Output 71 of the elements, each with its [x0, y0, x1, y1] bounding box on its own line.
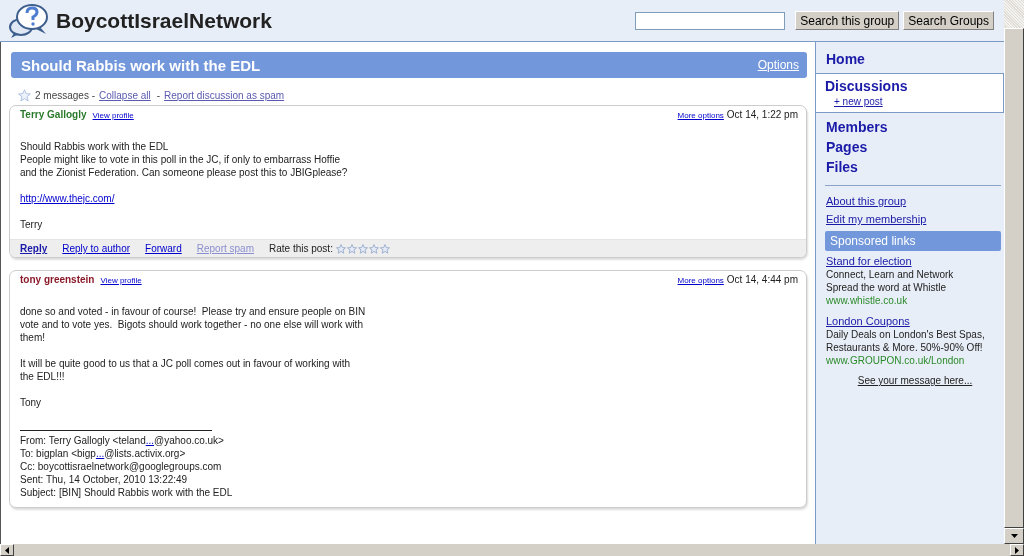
star-icon[interactable]	[346, 243, 357, 254]
search-field[interactable]	[635, 11, 786, 30]
ad-title-link[interactable]: Stand for election	[826, 255, 912, 268]
message-text: Tony	[20, 396, 43, 409]
scroll-right-button[interactable]	[1010, 544, 1024, 556]
thread-link[interactable]: Collapse all	[99, 90, 151, 101]
message-count: 2 messages -	[35, 90, 96, 101]
message-date: Oct 14, 4:44 pm	[726, 274, 798, 285]
message-count: -	[156, 90, 161, 101]
message-text: It will be quite good to us that a JC poll comes out in favour of working with	[20, 357, 352, 370]
ad-url: www.GROUPON.co.uk/London	[826, 354, 966, 367]
message-text: done so and voted - in favour of course! Please try and ensure people on BIN	[20, 305, 367, 318]
ad-text: Restaurants & More. 50%-90% Off!	[826, 341, 984, 354]
ad-text: Daily Deals on London's Best Spas,	[826, 328, 986, 341]
view-profile-link[interactable]: View profile	[92, 111, 134, 120]
ad-url: www.whistle.co.uk	[826, 294, 909, 307]
message-text: them!	[20, 331, 46, 344]
nav-link[interactable]: Discussions	[825, 78, 1003, 94]
scroll-down-button[interactable]	[1004, 528, 1024, 544]
star-icon[interactable]	[357, 243, 368, 254]
down-arrow-icon	[1010, 534, 1018, 538]
search-button[interactable]: Search this group	[795, 11, 900, 30]
star-icon[interactable]	[335, 243, 346, 254]
search-button[interactable]: Search Groups	[903, 11, 994, 30]
action-link[interactable]: Reply	[20, 243, 48, 254]
nav-link[interactable]: Files	[816, 159, 1004, 179]
message-text: and the Zionist Federation. Can someone please post this to JBIGplease?	[20, 166, 349, 179]
ad-more-link[interactable]: See your message here...	[857, 375, 973, 386]
star-icon[interactable]	[379, 243, 390, 254]
group-link[interactable]: Edit my membership	[826, 213, 927, 225]
right-arrow-icon	[1015, 546, 1019, 554]
nav-link[interactable]: Pages	[816, 139, 1004, 159]
message-text: Terry	[20, 218, 44, 231]
nav-link[interactable]: Home	[816, 51, 1004, 71]
email-link[interactable]: ...	[145, 435, 155, 446]
message-text: vote and to vote yes. Bigots should work together - no one else will work with	[20, 318, 364, 331]
author-name: Terry Gallogly	[20, 109, 87, 120]
group-link[interactable]: About this group	[826, 195, 907, 207]
group-name: BoycottIsraelNetwork	[56, 8, 272, 33]
thread-link[interactable]: Report discussion as spam	[164, 90, 285, 101]
message-text: the EDL!!!	[20, 370, 66, 383]
message-text: Sent: Thu, 14 October, 2010 13:22:49	[20, 473, 189, 486]
ad-text: Spread the word at Whistle	[826, 281, 948, 294]
message-text: Cc: boycottisraelnetwork@googlegroups.com	[20, 460, 223, 473]
message-text: Subject: [BIN] Should Rabbis work with the EDL	[20, 486, 234, 499]
thread-title: Should Rabbis work with the EDL	[21, 56, 262, 74]
star-icon[interactable]	[368, 243, 379, 254]
rating-label: Rate this post:	[269, 243, 333, 254]
more-options-link[interactable]: More options	[677, 111, 724, 120]
star-rating[interactable]	[335, 243, 390, 254]
more-options-link[interactable]: More options	[677, 276, 724, 285]
action-link[interactable]: Forward	[145, 243, 182, 254]
message-text: From: Terry Gallogly <teland...@yahoo.co.uk>	[20, 434, 225, 447]
scrollbar-thumb[interactable]	[1004, 28, 1024, 528]
message-text: To: bigplan <bigp...@lists.activix.org>	[20, 447, 187, 460]
message-text: Should Rabbis work with the EDL	[20, 140, 170, 153]
left-arrow-icon	[5, 546, 9, 554]
url-link[interactable]: http://www.thejc.com/	[20, 193, 115, 204]
message-date: Oct 14, 1:22 pm	[726, 109, 798, 120]
nav-link[interactable]: Members	[816, 119, 1004, 139]
sponsored-header: Sponsored links	[825, 231, 1001, 251]
ad-text: Connect, Learn and Network	[826, 268, 955, 281]
new-post-link[interactable]: + new post	[834, 96, 883, 107]
action-link[interactable]: Reply to author	[62, 243, 131, 254]
message-text: People might like to vote in this poll in the JC, if only to embarrass Hoffie	[20, 153, 341, 166]
view-profile-link[interactable]: View profile	[100, 276, 142, 285]
author-name: tony greenstein	[20, 274, 95, 285]
ad-title-link[interactable]: London Coupons	[826, 315, 910, 328]
scroll-left-button[interactable]	[0, 544, 14, 556]
star-icon[interactable]	[18, 89, 31, 102]
email-link[interactable]: ...	[95, 448, 105, 459]
